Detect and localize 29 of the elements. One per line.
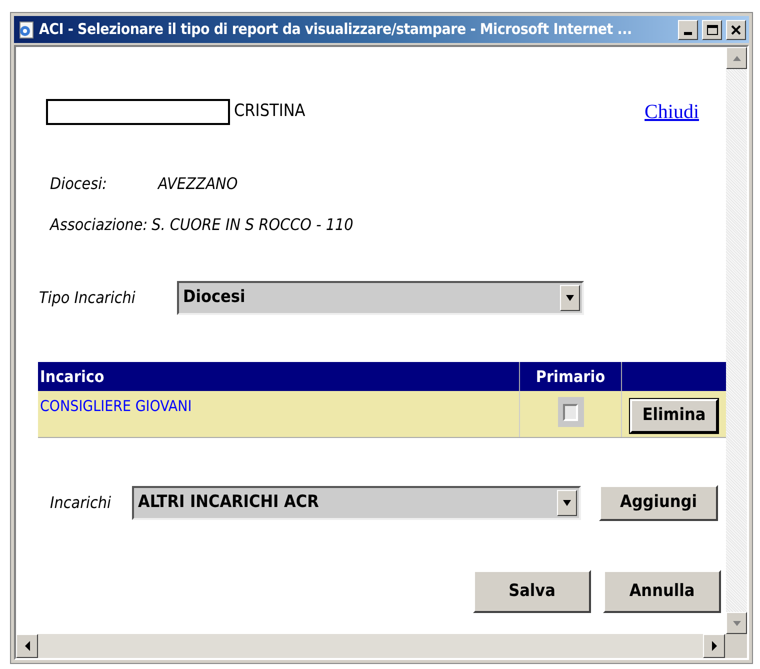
window-title: ACI - Selezionare il tipo di report da visualizzare/stampare - Microsoft Internet ...	[39, 19, 633, 40]
close-button[interactable]	[726, 20, 746, 40]
scroll-up-icon[interactable]	[726, 47, 747, 69]
close-icon	[731, 24, 741, 34]
tipo-incarichi-label: Tipo Incarichi	[39, 287, 136, 309]
push-button[interactable]: Salva	[473, 570, 591, 613]
push-button[interactable]: Annulla	[603, 570, 721, 613]
elimina-button[interactable]: Elimina	[630, 399, 718, 433]
close-link[interactable]: Chiudi	[644, 97, 699, 127]
scroll-left-icon[interactable]	[16, 634, 38, 658]
info-label: Diocesi:	[50, 173, 108, 195]
push-button[interactable]: Aggiungi	[599, 485, 718, 521]
horizontal-scrollbar[interactable]	[16, 634, 725, 658]
info-value: AVEZZANO	[158, 173, 238, 195]
name-field[interactable]	[46, 99, 230, 125]
vertical-scrollbar[interactable]	[726, 47, 747, 634]
table-cell: CONSIGLIERE GIOVANI	[38, 391, 520, 437]
scroll-down-icon[interactable]	[726, 612, 747, 634]
browser-icon	[17, 20, 35, 38]
scroll-right-icon[interactable]	[703, 634, 725, 658]
first-name: CRISTINA	[234, 100, 306, 124]
info-value: S. CUORE IN S ROCCO - 110	[152, 214, 354, 236]
tipo-incarichi-select[interactable]: Diocesi	[177, 281, 584, 315]
minimize-button[interactable]	[678, 20, 698, 40]
primario-checkbox[interactable]	[558, 397, 584, 427]
incarichi-label: Incarichi	[50, 492, 112, 514]
maximize-button[interactable]	[702, 20, 722, 40]
incarichi-select[interactable]: ALTRI INCARICHI ACR	[132, 486, 581, 520]
info-label: Associazione:	[50, 214, 148, 236]
